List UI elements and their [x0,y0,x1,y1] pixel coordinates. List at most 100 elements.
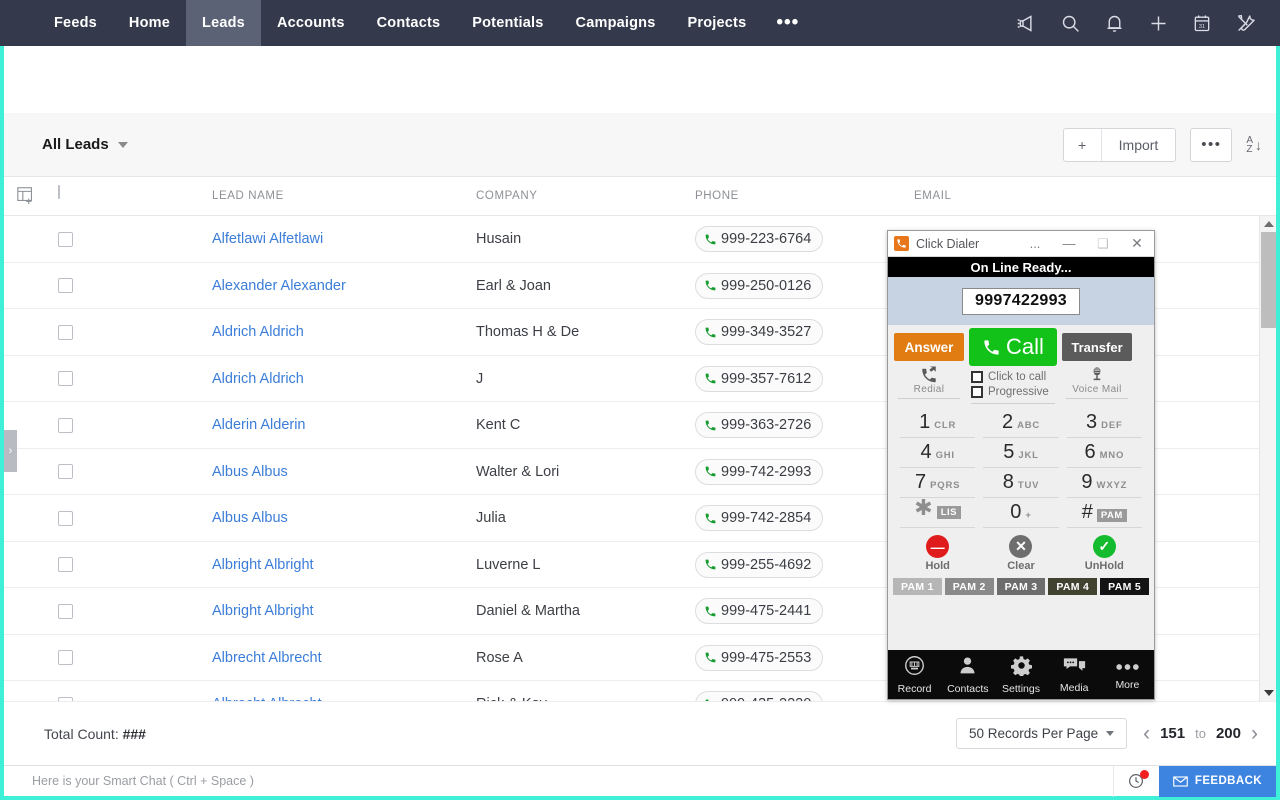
dialer-media-button[interactable]: Media [1048,656,1101,694]
plus-icon[interactable] [1138,0,1178,46]
row-checkbox[interactable] [58,263,73,310]
nav-more-button[interactable]: ••• [762,0,813,46]
feedback-button[interactable]: FEEDBACK [1159,766,1276,797]
column-header-lead-name[interactable]: LEAD NAME [212,190,284,202]
pam-button-4[interactable]: PAM 4 [1048,578,1097,595]
scrollbar-thumb[interactable] [1261,232,1276,328]
nav-item-campaigns[interactable]: Campaigns [560,0,672,46]
dialer-title-bar[interactable]: Click Dialer ... — ❑ ✕ [888,231,1154,257]
sidebar-expand-toggle[interactable]: › [4,430,17,472]
bell-icon[interactable] [1094,0,1134,46]
import-button[interactable]: Import [1102,129,1176,161]
nav-item-feeds[interactable]: Feeds [38,0,113,46]
nav-item-potentials[interactable]: Potentials [456,0,559,46]
call-phone-button[interactable]: 999-223-6764 [695,226,823,252]
dialer-number-input[interactable]: 9997422993 [962,288,1080,315]
row-checkbox[interactable] [58,356,73,403]
pam-button-3[interactable]: PAM 3 [997,578,1046,595]
row-checkbox[interactable] [58,681,73,701]
next-page-button[interactable]: › [1251,723,1258,744]
keypad-key-7[interactable]: 7PQRS [900,468,975,498]
call-phone-button[interactable]: 999-363-2726 [695,412,823,438]
column-chooser-icon[interactable] [16,185,36,205]
clear-button[interactable]: ✕Clear [979,535,1062,572]
view-selector[interactable]: All Leads [32,130,138,159]
smart-chat-input[interactable]: Here is your Smart Chat ( Ctrl + Space ) [32,774,254,788]
call-phone-button[interactable]: 999-255-4692 [695,552,823,578]
add-lead-button[interactable]: + [1064,129,1102,161]
lead-name-link[interactable]: Alderin Alderin [212,402,306,449]
lead-name-link[interactable]: Albus Albus [212,495,288,542]
row-checkbox[interactable] [58,402,73,449]
call-phone-button[interactable]: 999-357-7612 [695,366,823,392]
dialer-more-button[interactable]: More [1101,659,1154,691]
nav-item-projects[interactable]: Projects [672,0,763,46]
dialer-contacts-button[interactable]: Contacts [941,655,994,695]
hold-button[interactable]: —Hold [896,535,979,572]
dialer-maximize-button[interactable]: ❑ [1086,231,1120,257]
call-phone-button[interactable]: 999-349-3527 [695,319,823,345]
row-checkbox[interactable] [58,449,73,496]
records-per-page-select[interactable]: 50 Records Per Page [956,718,1127,749]
transfer-button[interactable]: Transfer [1062,333,1132,361]
keypad-key-star[interactable]: ✱LIS [900,498,975,528]
nav-item-leads[interactable]: Leads [186,0,261,46]
nav-item-contacts[interactable]: Contacts [361,0,457,46]
keypad-key-hash[interactable]: #PAM [1067,498,1142,528]
lead-name-link[interactable]: Albrecht Albrecht [212,635,322,682]
column-header-email[interactable]: EMAIL [914,190,952,202]
keypad-key-0[interactable]: 0+ [983,498,1058,528]
call-phone-button[interactable]: 999-475-2553 [695,645,823,671]
keypad-key-6[interactable]: 6MNO [1067,438,1142,468]
call-phone-button[interactable]: 999-435-2220 [695,691,823,701]
keypad-key-5[interactable]: 5JKL [983,438,1058,468]
dialer-settings-button[interactable]: Settings [994,655,1047,695]
redial-button[interactable]: Redial [898,365,960,399]
dialer-close-button[interactable]: ✕ [1120,231,1154,257]
calendar-icon[interactable]: 31 [1182,0,1222,46]
keypad-key-4[interactable]: 4GHI [900,438,975,468]
tools-icon[interactable] [1226,0,1266,46]
keypad-key-9[interactable]: 9WXYZ [1067,468,1142,498]
voicemail-button[interactable]: Voice Mail [1066,365,1128,399]
keypad-key-2[interactable]: 2ABC [983,408,1058,438]
recent-activity-clock-icon[interactable] [1113,766,1159,797]
lead-name-link[interactable]: Albus Albus [212,449,288,496]
lead-name-link[interactable]: Alfetlawi Alfetlawi [212,216,323,263]
answer-button[interactable]: Answer [894,333,964,361]
row-checkbox[interactable] [58,216,73,263]
megaphone-icon[interactable] [1006,0,1046,46]
search-icon[interactable] [1050,0,1090,46]
row-checkbox[interactable] [58,588,73,635]
lead-name-link[interactable]: Aldrich Aldrich [212,356,304,403]
lead-name-link[interactable]: Alexander Alexander [212,263,346,310]
dialer-minimize-button[interactable]: — [1052,231,1086,257]
call-phone-button[interactable]: 999-742-2993 [695,459,823,485]
column-header-company[interactable]: COMPANY [476,190,538,202]
lead-name-link[interactable]: Aldrich Aldrich [212,309,304,356]
sort-az-icon[interactable]: AZ ↓ [1246,136,1262,154]
nav-item-home[interactable]: Home [113,0,186,46]
more-actions-button[interactable]: ••• [1190,128,1232,162]
row-checkbox[interactable] [58,635,73,682]
row-checkbox[interactable] [58,309,73,356]
keypad-key-1[interactable]: 1CLR [900,408,975,438]
call-button[interactable]: Call [969,328,1057,366]
pam-button-1[interactable]: PAM 1 [893,578,942,595]
call-phone-button[interactable]: 999-742-2854 [695,505,823,531]
lead-name-link[interactable]: Albrecht Albrecht [212,681,322,701]
scroll-up-arrow[interactable] [1260,216,1277,232]
nav-item-accounts[interactable]: Accounts [261,0,361,46]
dialer-record-button[interactable]: Record [888,655,941,695]
row-checkbox[interactable] [58,542,73,589]
keypad-key-8[interactable]: 8TUV [983,468,1058,498]
column-header-phone[interactable]: PHONE [695,190,739,202]
lead-name-link[interactable]: Albright Albright [212,542,314,589]
scroll-down-arrow[interactable] [1260,685,1277,701]
progressive-checkbox[interactable]: Progressive [971,386,1055,398]
pam-button-2[interactable]: PAM 2 [945,578,994,595]
pam-button-5[interactable]: PAM 5 [1100,578,1149,595]
vertical-scrollbar[interactable] [1259,216,1276,701]
lead-name-link[interactable]: Albright Albright [212,588,314,635]
call-phone-button[interactable]: 999-475-2441 [695,598,823,624]
